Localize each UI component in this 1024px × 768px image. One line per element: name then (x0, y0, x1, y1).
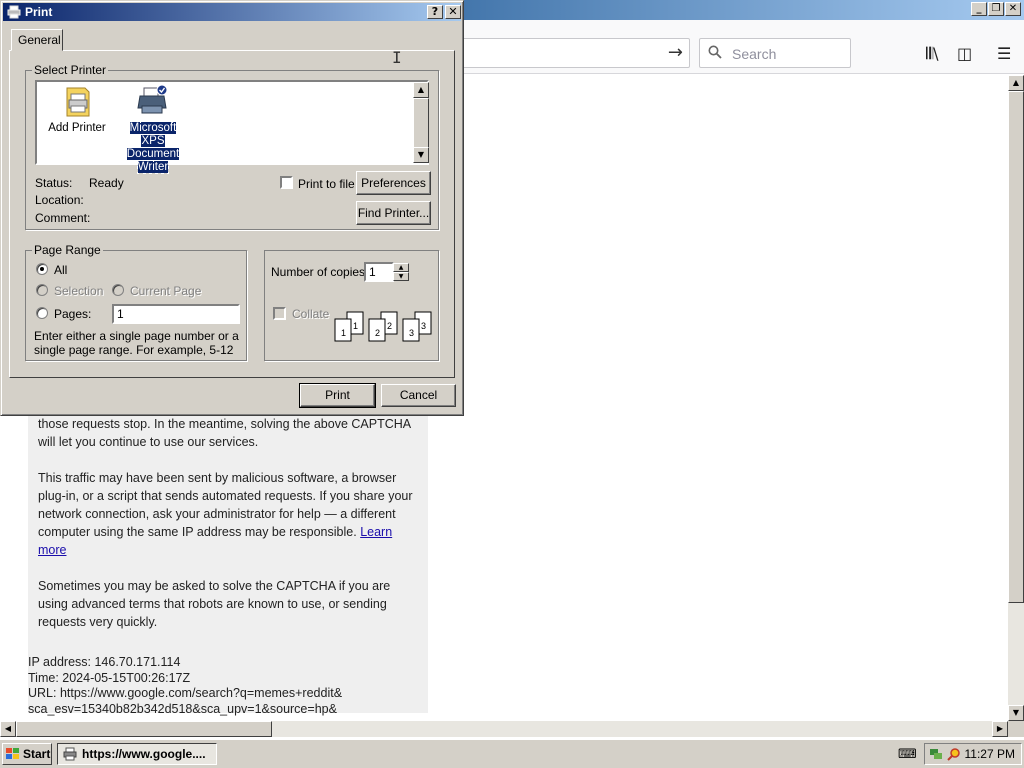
current-page-label: Current Page (130, 284, 202, 298)
search-icon (708, 45, 722, 59)
taskbar-window-title: https://www.google.... (82, 747, 206, 761)
current-page-radio[interactable] (112, 284, 124, 296)
comment-label: Comment: (35, 211, 91, 225)
library-icon[interactable]: 𝄃𝄃\ (926, 44, 939, 64)
printer-icon (63, 747, 77, 761)
collate-checkbox[interactable] (273, 307, 286, 320)
location-label: Location: (35, 193, 84, 207)
restore-button[interactable]: ❐ (988, 2, 1004, 16)
svg-text:2: 2 (375, 328, 380, 338)
scroll-thumb[interactable] (1008, 91, 1024, 603)
select-printer-label: Select Printer (32, 63, 109, 77)
scroll-thumb[interactable] (413, 98, 429, 148)
printer-list[interactable]: Add Printer Microsoft XPS Document Write… (35, 80, 429, 174)
copies-spinner[interactable]: ▲ ▼ (393, 263, 409, 281)
search-input[interactable]: Search (699, 38, 851, 68)
url-bar[interactable]: → (440, 38, 690, 68)
search-placeholder: Search (732, 46, 777, 62)
svg-text:3: 3 (421, 321, 426, 331)
svg-text:2: 2 (387, 321, 392, 331)
request-info: IP address: 146.70.171.114 Time: 2024-05… (28, 655, 342, 717)
clock: 11:27 PM (964, 747, 1015, 761)
copies-input[interactable]: 1 (364, 262, 394, 282)
spin-up-icon[interactable]: ▲ (393, 263, 409, 272)
collate-pages-icon: 1 1 2 2 3 3 (334, 311, 432, 342)
cancel-button[interactable]: Cancel (381, 384, 456, 407)
tab-general[interactable]: General (11, 29, 63, 51)
pages-input[interactable]: 1 (112, 304, 240, 324)
xps-printer-icon (137, 84, 168, 114)
scroll-corner (1008, 721, 1024, 737)
svg-text:1: 1 (353, 321, 358, 331)
printer-item-xps[interactable]: Microsoft XPS Document Writer (117, 84, 189, 174)
printer-list-scrollbar[interactable]: ▲ ▼ (413, 82, 429, 163)
all-radio[interactable] (36, 263, 48, 275)
print-to-file-label[interactable]: Print to file (298, 177, 355, 191)
scroll-up-icon[interactable]: ▲ (413, 82, 429, 98)
add-printer-icon (66, 87, 90, 117)
selection-label: Selection (54, 284, 104, 298)
close-window-button[interactable]: ✕ (1005, 2, 1021, 16)
preferences-button[interactable]: Preferences (356, 171, 431, 195)
status-label: Status: (35, 176, 73, 190)
taskbar: Start https://www.google.... ⌨ 11:27 PM (0, 739, 1024, 768)
all-label[interactable]: All (54, 263, 67, 277)
taskbar-window-button[interactable]: https://www.google.... (57, 743, 217, 765)
help-button[interactable]: ? (427, 5, 443, 19)
copies-label: Number of copies: (271, 265, 369, 279)
dialog-titlebar[interactable]: Print ? ✕ (3, 3, 461, 21)
windows-logo-icon (6, 748, 19, 759)
print-to-file-checkbox[interactable] (280, 176, 293, 189)
sidebar-icon[interactable]: ◫ (957, 44, 972, 63)
horizontal-scrollbar[interactable]: ◀ ▶ (0, 721, 1008, 737)
url-line: URL: https://www.google.com/search?q=mem… (28, 686, 343, 700)
text-cursor-icon: I (392, 48, 402, 67)
svg-text:1: 1 (341, 328, 346, 338)
scroll-left-icon[interactable]: ◀ (0, 721, 16, 737)
magnifier-icon[interactable] (947, 747, 961, 761)
selection-radio[interactable] (36, 284, 48, 296)
printer-name: Microsoft XPS Document Writer (125, 121, 181, 174)
pages-radio[interactable] (36, 307, 48, 319)
printer-icon (7, 5, 21, 19)
print-button[interactable]: Print (299, 383, 376, 408)
spin-down-icon[interactable]: ▼ (393, 272, 409, 281)
pages-hint: Enter either a single page number or a s… (34, 329, 239, 357)
go-arrow-icon[interactable]: → (668, 42, 683, 63)
hscroll-thumb[interactable] (16, 721, 272, 737)
captcha-paragraph: Sometimes you may be asked to solve the … (38, 579, 391, 629)
pages-label[interactable]: Pages: (54, 307, 91, 321)
url-line: sca_esv=15340b82b342d518&sca_upv=1&sourc… (28, 701, 337, 716)
find-printer-button[interactable]: Find Printer... (356, 201, 431, 225)
start-label: Start (23, 747, 51, 761)
scroll-right-icon[interactable]: ▶ (992, 721, 1008, 737)
timestamp: Time: 2024-05-15T00:26:17Z (28, 670, 191, 685)
start-button[interactable]: Start (2, 743, 52, 765)
printer-name: Add Printer (48, 122, 106, 134)
collate-label: Collate (292, 307, 330, 321)
svg-text:3: 3 (409, 328, 414, 338)
scroll-down-icon[interactable]: ▼ (413, 147, 429, 163)
dialog-title: Print (25, 5, 53, 19)
menu-icon[interactable]: ☰ (997, 44, 1011, 63)
close-button[interactable]: ✕ (445, 5, 461, 19)
vertical-scrollbar[interactable]: ▲ ▼ (1008, 75, 1024, 721)
system-tray: 11:27 PM (924, 743, 1022, 765)
scroll-up-icon[interactable]: ▲ (1008, 75, 1024, 91)
printer-item-add[interactable]: Add Printer (45, 86, 109, 135)
status-value: Ready (89, 176, 124, 190)
minimize-button[interactable]: _ (971, 2, 987, 16)
keyboard-icon[interactable]: ⌨ (898, 747, 917, 762)
page-range-label: Page Range (32, 243, 103, 257)
network-icon[interactable] (929, 747, 943, 761)
captcha-paragraph: This traffic may have been sent by malic… (38, 471, 413, 557)
captcha-paragraph: those requests stop. In the meantime, so… (38, 417, 411, 449)
scroll-down-icon[interactable]: ▼ (1008, 705, 1024, 721)
ip-address: IP address: 146.70.171.114 (28, 655, 181, 669)
